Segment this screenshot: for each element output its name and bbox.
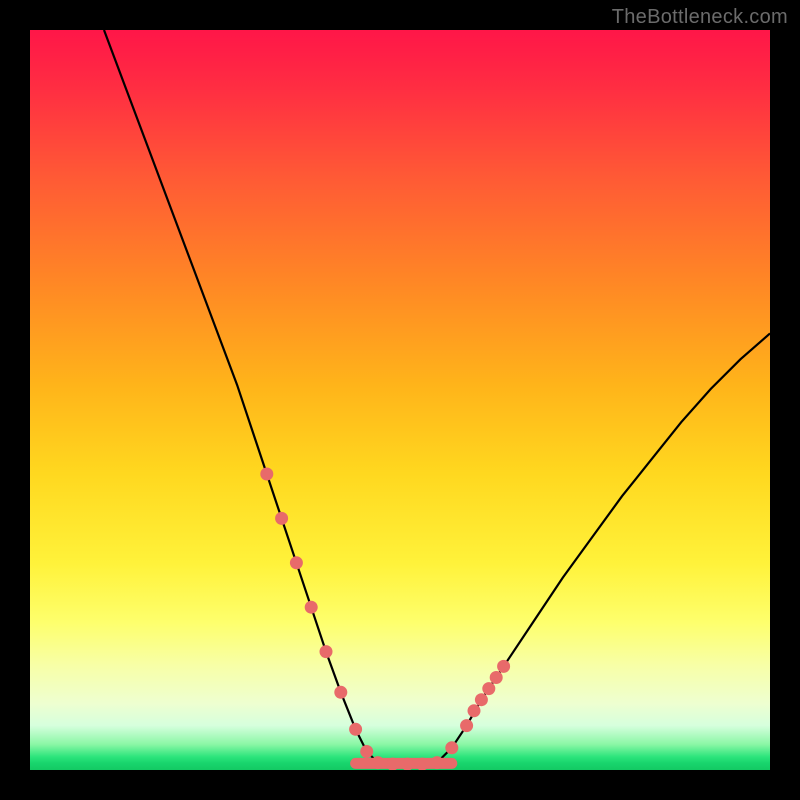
watermark-text: TheBottleneck.com xyxy=(612,6,788,29)
bottleneck-curve xyxy=(104,30,770,764)
marker-dot xyxy=(431,756,444,769)
marker-dot xyxy=(416,758,429,770)
plot-area xyxy=(30,30,770,770)
marker-dot xyxy=(275,512,288,525)
marker-dot xyxy=(445,741,458,754)
curve-svg xyxy=(30,30,770,770)
marker-dot xyxy=(482,682,495,695)
marker-dot xyxy=(497,660,510,673)
marker-group xyxy=(260,468,510,771)
marker-dot xyxy=(490,671,503,684)
marker-dot xyxy=(334,686,347,699)
marker-dot xyxy=(360,745,373,758)
marker-dot xyxy=(371,756,384,769)
curve-group xyxy=(104,30,770,764)
marker-dot xyxy=(349,723,362,736)
marker-dot xyxy=(290,556,303,569)
marker-dot xyxy=(475,693,488,706)
marker-dot xyxy=(401,758,414,770)
marker-dot xyxy=(468,704,481,717)
marker-dot xyxy=(305,601,318,614)
marker-dot xyxy=(320,645,333,658)
marker-dot xyxy=(260,468,273,481)
marker-dot xyxy=(460,719,473,732)
chart-frame: TheBottleneck.com xyxy=(0,0,800,800)
marker-dot xyxy=(386,758,399,770)
